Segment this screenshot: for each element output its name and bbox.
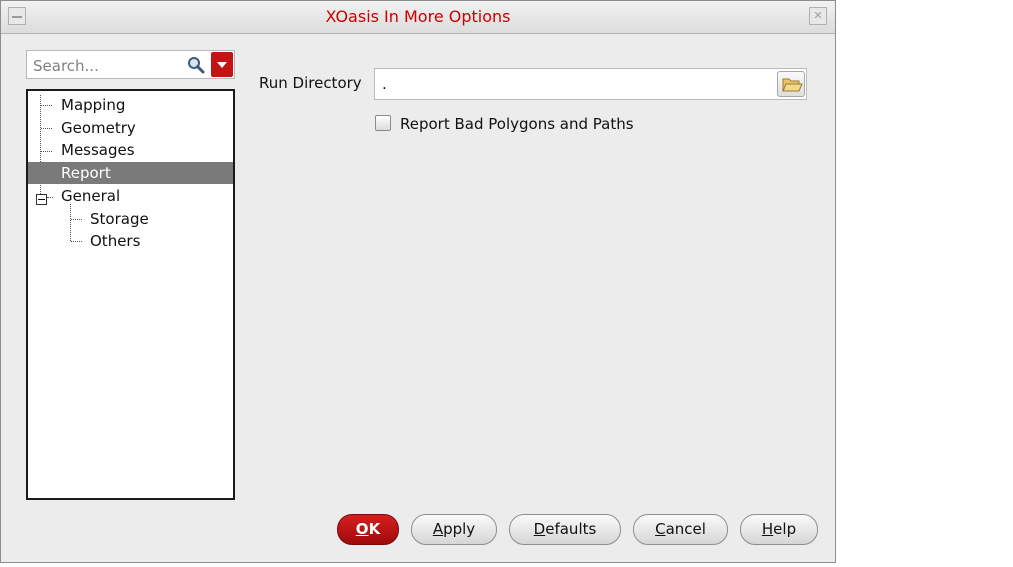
tree-connector [70, 204, 71, 241]
report-bad-polygons-label[interactable]: Report Bad Polygons and Paths [400, 115, 634, 133]
defaults-mnemonic: D [533, 520, 546, 538]
run-directory-value: . [382, 75, 387, 93]
tree-connector [47, 197, 53, 198]
ok-mnemonic: O [355, 520, 369, 538]
cancel-label: ancel [665, 520, 706, 538]
tree-connector [71, 241, 82, 242]
defaults-button[interactable]: Defaults [509, 514, 621, 545]
options-tree: Mapping Geometry Messages Report General… [26, 89, 235, 500]
collapse-icon[interactable] [36, 194, 47, 205]
tree-item-others[interactable]: Others [90, 230, 140, 252]
apply-button[interactable]: Apply [411, 514, 497, 545]
tree-item-general[interactable]: General [61, 185, 120, 207]
run-directory-label: Run Directory [259, 74, 362, 92]
title-bar[interactable]: XOasis In More Options ✕ [1, 1, 835, 34]
ok-button[interactable]: OK [337, 514, 399, 545]
search-options-dropdown[interactable] [211, 52, 233, 77]
browse-folder-button[interactable] [777, 71, 805, 97]
search-input[interactable] [31, 56, 185, 76]
cancel-button[interactable]: Cancel [633, 514, 728, 545]
defaults-label: efaults [545, 520, 597, 538]
help-label: elp [773, 520, 797, 538]
cancel-mnemonic: C [655, 520, 666, 538]
report-bad-polygons-checkbox[interactable] [375, 115, 391, 131]
tree-item-geometry[interactable]: Geometry [61, 117, 136, 139]
search-icon[interactable] [186, 55, 206, 75]
apply-mnemonic: A [432, 520, 444, 538]
close-icon: ✕ [813, 9, 823, 22]
tree-item-label: Report [61, 164, 111, 182]
help-button[interactable]: Help [740, 514, 818, 545]
options-dialog: XOasis In More Options ✕ Mapping Geometr… [0, 0, 836, 563]
apply-label: pply [443, 520, 476, 538]
search-box [26, 50, 235, 79]
tree-item-mapping[interactable]: Mapping [61, 94, 125, 116]
tree-item-storage[interactable]: Storage [90, 208, 149, 230]
close-button[interactable]: ✕ [809, 7, 827, 25]
help-mnemonic: H [761, 520, 774, 538]
tree-connector [41, 105, 52, 106]
tree-connector [71, 219, 82, 220]
tree-item-report[interactable]: Report [28, 162, 233, 184]
run-directory-field[interactable]: . [374, 68, 807, 100]
window-title: XOasis In More Options [325, 7, 511, 26]
tree-connector [41, 128, 52, 129]
tree-connector [41, 151, 52, 152]
tree-item-messages[interactable]: Messages [61, 139, 135, 161]
ok-label: K [368, 520, 381, 538]
folder-icon [782, 78, 803, 92]
